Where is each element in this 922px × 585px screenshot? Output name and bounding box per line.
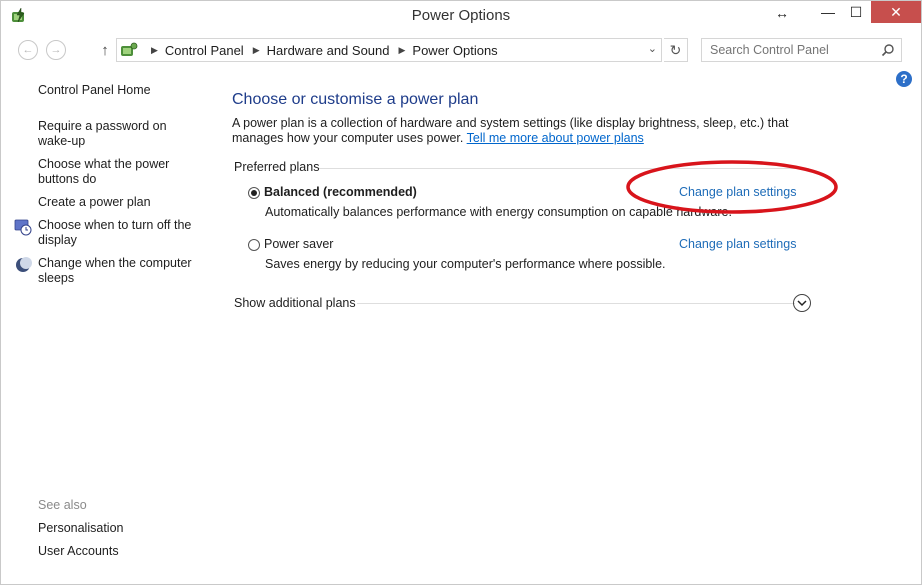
plan-name-balanced[interactable]: Balanced (recommended): [264, 185, 417, 199]
breadcrumb-separator-icon: ▶: [398, 44, 406, 55]
forward-arrow-icon: →: [46, 40, 66, 60]
sidebar-item-turn-off-display[interactable]: Choose when to turn off the display: [38, 218, 203, 248]
change-plan-settings-link-power-saver[interactable]: Change plan settings: [679, 237, 796, 251]
search-icon[interactable]: [881, 43, 895, 57]
control-panel-icon: [121, 42, 138, 56]
display-timer-icon: [14, 219, 32, 236]
show-additional-plans-label[interactable]: Show additional plans: [234, 296, 356, 310]
plan-description-balanced: Automatically balances performance with …: [265, 205, 732, 219]
navigation-bar: ← → ↑ ▶ Control Panel ▶ Hardware and Sou…: [1, 35, 921, 65]
breadcrumb-control-panel[interactable]: Control Panel: [165, 43, 244, 58]
see-also-heading: See also: [38, 498, 87, 512]
page-title: Choose or customise a power plan: [232, 91, 479, 108]
plan-description-power-saver: Saves energy by reducing your computer's…: [265, 257, 666, 271]
search-input[interactable]: [701, 38, 902, 62]
up-button[interactable]: ↑: [94, 39, 116, 61]
expand-plans-button[interactable]: [793, 294, 811, 312]
main-content: Choose or customise a power plan A power…: [211, 65, 921, 584]
forward-button[interactable]: →: [45, 39, 67, 61]
sidebar: Control Panel Home Require a password on…: [1, 65, 211, 584]
sidebar-item-user-accounts[interactable]: User Accounts: [38, 544, 203, 559]
learn-more-link[interactable]: Tell me more about power plans: [467, 131, 644, 145]
sleep-moon-icon: [16, 257, 32, 272]
refresh-button[interactable]: ↻: [664, 38, 688, 62]
breadcrumb-separator-icon: ▶: [151, 44, 158, 55]
maximize-button[interactable]: ☐: [841, 1, 871, 23]
title-bar: Power Options ↔ — ☐ ✕: [1, 1, 921, 33]
chevron-down-icon: [797, 300, 807, 307]
page-description: A power plan is a collection of hardware…: [232, 116, 832, 146]
minimize-button[interactable]: —: [813, 1, 843, 23]
plan-name-power-saver[interactable]: Power saver: [264, 237, 333, 251]
back-button[interactable]: ←: [17, 39, 39, 61]
radio-balanced[interactable]: [248, 187, 260, 199]
divider: [357, 303, 795, 304]
breadcrumb-separator-icon: ▶: [252, 44, 260, 55]
sidebar-item-control-panel-home[interactable]: Control Panel Home: [38, 83, 203, 98]
sidebar-item-create-plan[interactable]: Create a power plan: [38, 195, 203, 210]
refresh-icon: ↻: [669, 41, 682, 58]
preferred-plans-label: Preferred plans: [234, 160, 320, 174]
breadcrumb-hardware-and-sound[interactable]: Hardware and Sound: [267, 43, 390, 58]
close-button[interactable]: ✕: [871, 1, 921, 23]
radio-power-saver[interactable]: [248, 239, 260, 251]
breadcrumb: ▶ Control Panel ▶ Hardware and Sound ▶ P…: [142, 43, 498, 58]
sidebar-item-power-buttons[interactable]: Choose what the power buttons do: [38, 157, 203, 187]
divider: [319, 168, 809, 169]
address-bar[interactable]: ▶ Control Panel ▶ Hardware and Sound ▶ P…: [116, 38, 662, 62]
resize-icon: ↔: [775, 5, 789, 21]
sidebar-item-computer-sleeps[interactable]: Change when the computer sleeps: [38, 256, 203, 286]
sidebar-item-personalisation[interactable]: Personalisation: [38, 521, 203, 536]
change-plan-settings-link-balanced[interactable]: Change plan settings: [679, 185, 796, 199]
radio-selected-dot: [251, 190, 257, 196]
power-options-window: Power Options ↔ — ☐ ✕ ← → ↑ ▶ Control Pa…: [0, 0, 922, 585]
up-arrow-icon: ↑: [101, 41, 109, 59]
back-arrow-icon: ←: [18, 40, 38, 60]
breadcrumb-power-options[interactable]: Power Options: [412, 43, 497, 58]
sidebar-item-require-password[interactable]: Require a password on wake-up: [38, 119, 203, 149]
chevron-down-icon[interactable]: ⌄: [648, 42, 657, 55]
